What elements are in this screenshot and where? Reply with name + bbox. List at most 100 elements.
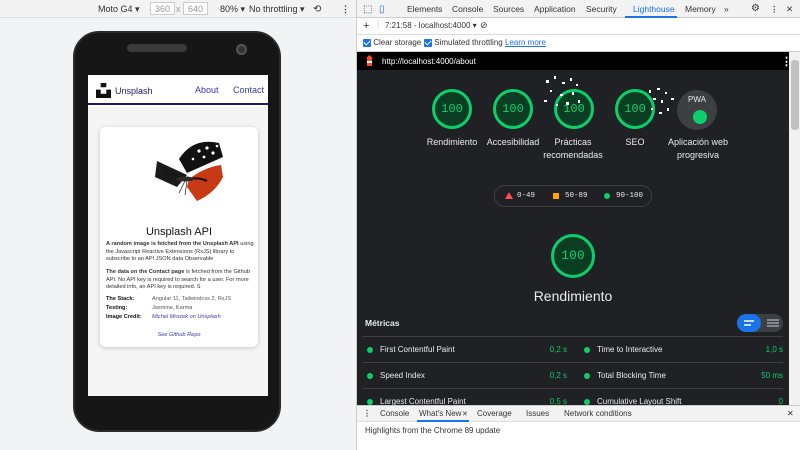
metric-lcp-label: Largest Contentful Paint xyxy=(380,397,466,405)
metric-si-label: Speed Index xyxy=(380,371,425,380)
metric-cls-label: Cumulative Layout Shift xyxy=(597,397,682,405)
nav-contact-link[interactable]: Contact xyxy=(233,85,264,95)
card-paragraph-2: The data on the Contact page is fetched … xyxy=(106,269,254,292)
dimension-separator: x xyxy=(176,4,181,14)
score-legend: 0-49 50-89 90-100 xyxy=(494,185,652,207)
pwa-check-icon xyxy=(693,110,707,124)
legend-pass-range: 90-100 xyxy=(616,192,644,200)
paragraph-2-bold: The data on the Contact page xyxy=(106,269,185,275)
metric-fcp-label: First Contentful Paint xyxy=(380,345,455,354)
throttling-select[interactable]: No throttling ▾ xyxy=(249,4,305,15)
metric-pass-icon xyxy=(367,373,373,379)
learn-more-link[interactable]: Learn more xyxy=(505,38,546,47)
gauge-pwa-label: Aplicación web progresiva xyxy=(667,137,729,160)
devtools-menu-icon[interactable]: ⋮ xyxy=(770,4,779,15)
lighthouse-toolbar: + | 7:21:58 - localhost:4000 ▾ ⊘ xyxy=(357,18,800,35)
drawer-menu-icon[interactable]: ⋮ xyxy=(363,409,371,418)
gauge-seo-label: SEO xyxy=(625,137,645,147)
clear-storage-label: Clear storage xyxy=(373,38,422,47)
metric-tbt-value: 50 ms xyxy=(761,371,783,380)
device-select[interactable]: Moto G4 ▾ xyxy=(98,4,140,15)
metrics-view-compact-button[interactable] xyxy=(737,314,761,332)
legend-average-icon xyxy=(553,193,559,199)
lighthouse-options-bar: Clear storage Simulated throttling Learn… xyxy=(357,35,800,52)
metric-tbt-label: Total Blocking Time xyxy=(597,371,666,380)
more-tabs-icon[interactable]: » xyxy=(724,4,729,14)
report-menu-icon[interactable]: ⋮ xyxy=(781,55,789,68)
metrics-heading: Métricas xyxy=(365,318,400,328)
metric-cls-value: 0 xyxy=(778,397,783,405)
metrics-divider xyxy=(363,388,783,389)
inspect-element-icon[interactable]: ⬚ xyxy=(363,4,372,15)
metric-fcp-value: 0,2 s xyxy=(549,345,567,354)
close-whats-new-icon[interactable]: ✕ xyxy=(462,410,468,418)
metrics-divider xyxy=(363,336,783,337)
phone-camera xyxy=(236,44,247,55)
confetti-particles xyxy=(544,76,580,106)
app-navbar: Unsplash About Contact xyxy=(88,75,268,105)
more-options-icon[interactable]: ⋮ xyxy=(341,4,350,15)
confetti-particles-2 xyxy=(649,88,674,114)
devtools-tabbar: ⬚ ▯ Elements Console Sources Application… xyxy=(357,0,800,18)
clear-storage-checkbox[interactable]: Clear storage xyxy=(363,38,421,47)
close-drawer-icon[interactable]: ✕ xyxy=(787,409,794,418)
metric-lcp-value: 0,5 s xyxy=(549,397,567,405)
gauge-accessibility[interactable]: 100 xyxy=(493,89,533,129)
width-input[interactable]: 360 xyxy=(150,2,176,15)
tab-security[interactable]: Security xyxy=(586,4,617,14)
testing-value: Jasmine, Karma xyxy=(152,305,193,311)
stack-value: Angular 11, Tailwindcss 2, RxJS xyxy=(152,296,232,302)
zoom-select[interactable]: 80% ▾ xyxy=(220,4,245,15)
drawer-tab-network-conditions[interactable]: Network conditions xyxy=(564,409,632,418)
gauge-performance-label: Rendimiento xyxy=(426,137,478,147)
devtools-drawer: ⋮ Console What's New ✕ Coverage Issues N… xyxy=(357,405,800,450)
metrics-divider xyxy=(363,362,783,363)
close-devtools-icon[interactable]: ✕ xyxy=(786,4,793,15)
metric-tti-label: Time to Interactive xyxy=(597,345,663,354)
nav-about-link[interactable]: About xyxy=(195,85,219,95)
performance-heading: Rendimiento xyxy=(533,288,613,304)
paragraph-1-bold: A random image is fetched from the Unspl… xyxy=(106,241,239,247)
devtools-panel: ⬚ ▯ Elements Console Sources Application… xyxy=(356,0,800,450)
gauge-accessibility-label: Accesibilidad xyxy=(486,137,540,147)
brand-name[interactable]: Unsplash xyxy=(115,86,153,96)
gauge-best-practices-label: Prácticas recomendadas xyxy=(543,137,603,160)
card-title: Unsplash API xyxy=(145,226,213,238)
phone-screen: Unsplash About Contact Unsplash API A ra… xyxy=(88,75,268,396)
tab-application[interactable]: Application xyxy=(534,4,576,14)
about-card: Unsplash API A random image is fetched f… xyxy=(100,127,258,347)
drawer-tab-issues[interactable]: Issues xyxy=(526,409,549,418)
simulated-throttling-checkbox[interactable]: Simulated throttling xyxy=(424,38,503,47)
metric-pass-icon xyxy=(584,373,590,379)
legend-pass-icon xyxy=(604,193,610,199)
lighthouse-logo-icon xyxy=(366,55,373,66)
drawer-tab-whats-new[interactable]: What's New xyxy=(419,409,461,418)
whats-new-message: Highlights from the Chrome 89 update xyxy=(365,426,501,435)
legend-fail-range: 0-49 xyxy=(517,192,536,200)
tab-sources[interactable]: Sources xyxy=(493,4,524,14)
report-selector[interactable]: 7:21:58 - localhost:4000 ▾ xyxy=(385,21,477,30)
rotate-icon[interactable]: ⟲ xyxy=(313,4,321,15)
report-topbar: http://localhost:4000/about ⋮ xyxy=(357,52,789,70)
metric-tti-value: 1,0 s xyxy=(765,345,783,354)
metrics-view-expanded-icon[interactable] xyxy=(763,314,783,332)
github-repo-link[interactable]: See Github Repo xyxy=(100,332,258,338)
image-credit-key: Image Credit: xyxy=(106,314,142,320)
toolbar-divider: | xyxy=(377,19,380,28)
tab-lighthouse[interactable]: Lighthouse xyxy=(633,4,675,14)
height-input[interactable]: 640 xyxy=(183,2,209,15)
device-toggle-icon[interactable]: ▯ xyxy=(379,4,385,15)
settings-gear-icon[interactable]: ⚙ xyxy=(751,3,760,14)
legend-fail-icon xyxy=(505,192,513,199)
clear-reports-icon[interactable]: ⊘ xyxy=(480,20,488,31)
new-report-icon[interactable]: + xyxy=(363,20,369,32)
image-credit-link[interactable]: Michel Mrozek on Unsplash xyxy=(152,314,221,320)
drawer-tab-coverage[interactable]: Coverage xyxy=(477,409,512,418)
tab-elements[interactable]: Elements xyxy=(407,4,442,14)
report-scrollbar-thumb[interactable] xyxy=(791,60,799,130)
tab-memory[interactable]: Memory xyxy=(685,4,716,14)
tab-console[interactable]: Console xyxy=(452,4,483,14)
drawer-tab-console[interactable]: Console xyxy=(380,409,409,418)
unsplash-logo-icon[interactable] xyxy=(96,83,111,98)
gauge-performance[interactable]: 100 xyxy=(432,89,472,129)
